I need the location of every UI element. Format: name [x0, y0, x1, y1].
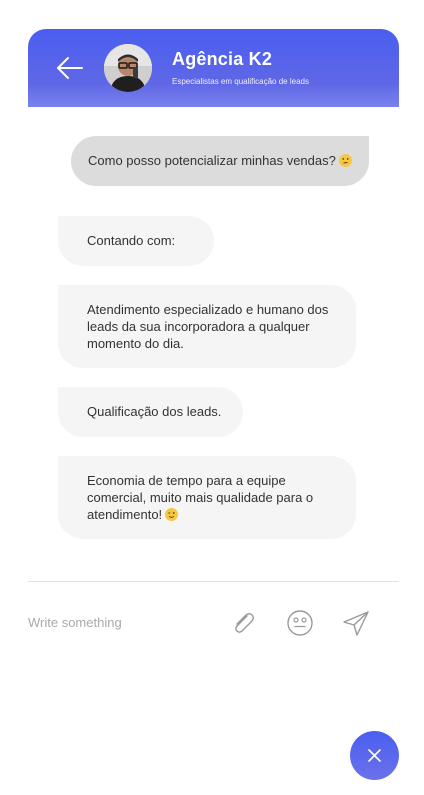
paperclip-icon — [235, 613, 254, 633]
agent-avatar — [104, 44, 152, 92]
close-icon — [368, 749, 381, 762]
arrow-left-icon — [57, 57, 83, 79]
message-text: Contando com: — [87, 233, 176, 248]
chat-window: Agência K2 Especialistas em qualificação… — [28, 29, 399, 583]
message-agent: Economia de tempo para a equipe comercia… — [58, 456, 356, 539]
message-text: Atendimento especializado e humano dos l… — [87, 302, 329, 351]
back-button[interactable] — [54, 53, 86, 83]
message-text: Como posso potencializar minhas vendas? — [88, 153, 336, 168]
message-text: Economia de tempo para a equipe comercia… — [87, 473, 314, 522]
thinking-face-icon — [338, 154, 352, 167]
header-title: Agência K2 — [172, 49, 273, 69]
emoji-button[interactable] — [285, 608, 315, 638]
message-text: Qualificação dos leads. — [87, 404, 222, 419]
header-subtitle: Especialistas em qualificação de leads — [172, 77, 309, 86]
chat-header: Agência K2 Especialistas em qualificação… — [28, 29, 399, 107]
message-agent: Qualificação dos leads. — [58, 387, 243, 437]
message-user: Como posso potencializar minhas vendas? — [71, 136, 369, 186]
message-input[interactable] — [28, 606, 188, 638]
attach-button[interactable] — [228, 608, 258, 638]
smiley-icon — [287, 610, 313, 636]
close-chat-button[interactable] — [350, 731, 399, 780]
message-agent: Atendimento especializado e humano dos l… — [58, 285, 356, 368]
winking-face-icon — [165, 508, 179, 521]
message-agent: Contando com: — [58, 216, 214, 266]
paper-plane-icon — [343, 611, 369, 636]
send-button[interactable] — [341, 608, 371, 638]
composer-divider — [28, 581, 399, 582]
